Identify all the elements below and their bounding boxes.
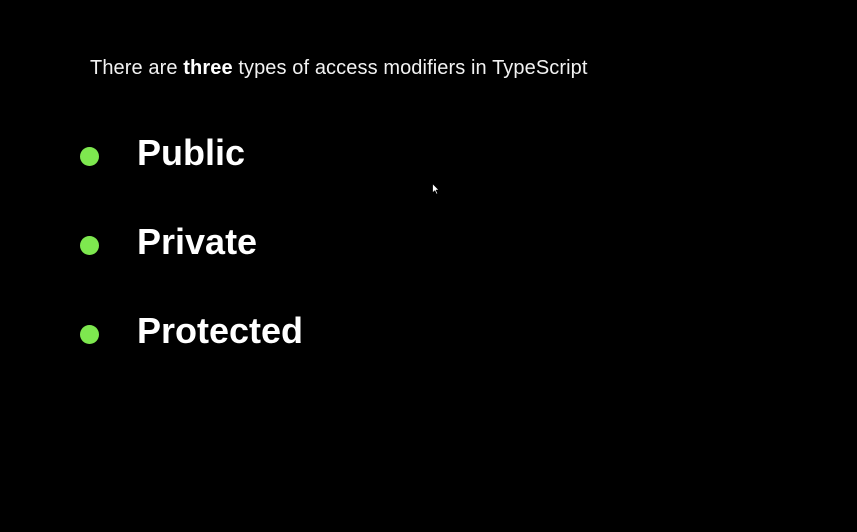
intro-emphasis: three xyxy=(183,57,233,79)
mouse-pointer-icon xyxy=(432,183,440,195)
bullet-dot-icon xyxy=(80,325,99,344)
presentation-slide: There are three types of access modifier… xyxy=(0,0,857,532)
intro-sentence: There are three types of access modifier… xyxy=(90,56,588,80)
bullet-dot-icon xyxy=(80,147,99,166)
bullet-dot-icon xyxy=(80,236,99,255)
modifier-label-public: Public xyxy=(137,132,246,173)
intro-text-before: There are xyxy=(90,57,184,79)
modifier-label-private: Private xyxy=(137,221,258,262)
intro-text-after: types of access modifiers in TypeScript xyxy=(232,57,588,79)
modifier-label-protected: Protected xyxy=(137,310,304,351)
